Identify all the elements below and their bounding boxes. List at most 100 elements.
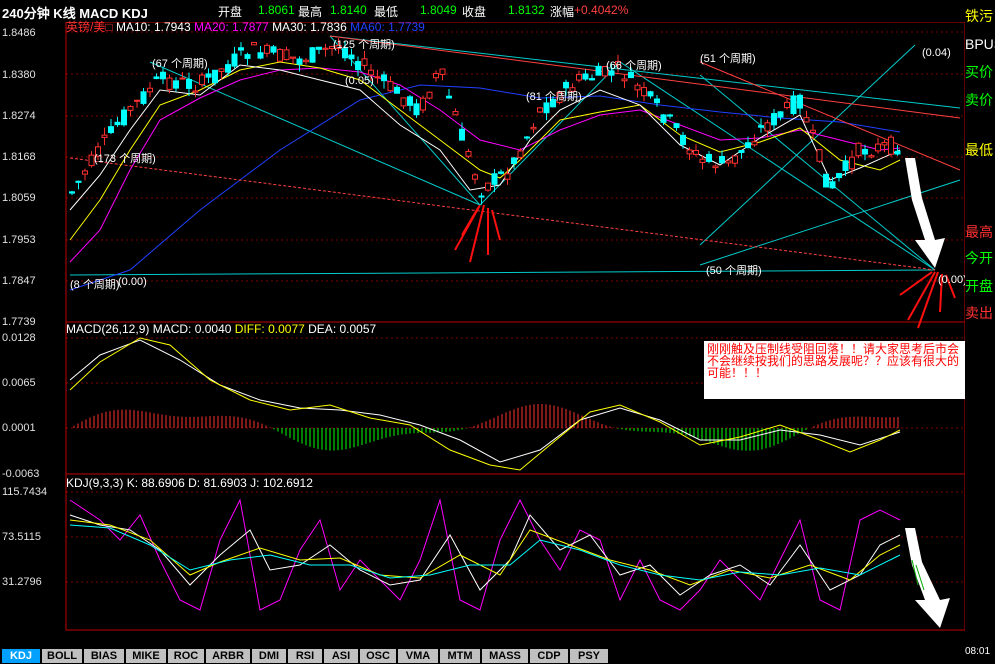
- x-tick-label: 21: [608, 632, 622, 634]
- d-value: D: 81.6903: [188, 476, 247, 490]
- diff-value: DIFF: 0.0077: [234, 322, 305, 336]
- candle-body: [121, 109, 127, 126]
- x-tick-label: 02: [218, 632, 232, 634]
- ma10-value: MA10: 1.7943: [115, 20, 191, 34]
- trend-lines-red: [69, 35, 961, 271]
- tab-arbr[interactable]: ARBR: [206, 649, 250, 663]
- tab-dmi[interactable]: DMI: [252, 649, 286, 663]
- candle-body: [244, 54, 251, 59]
- rp-item: 最低: [965, 142, 993, 158]
- candle-body: [348, 54, 355, 60]
- candle-body: [498, 171, 504, 174]
- tab-mass[interactable]: MASS: [482, 649, 528, 663]
- tab-asi[interactable]: ASI: [324, 649, 358, 663]
- tab-mike[interactable]: MIKE: [126, 649, 166, 663]
- candle-body: [147, 87, 153, 93]
- candle-body: [108, 126, 114, 133]
- candle-body: [439, 68, 446, 75]
- y-tick: 1.7739: [2, 316, 36, 328]
- candle-body: [686, 149, 693, 155]
- candle-body: [303, 59, 309, 63]
- rp-item: BPUS: [965, 36, 995, 52]
- candle-body: [212, 69, 218, 84]
- y-tick: 1.7847: [2, 275, 36, 287]
- x-tick-label: 11: [429, 632, 442, 634]
- tab-vma[interactable]: VMA: [398, 649, 438, 663]
- macd-value: MACD: 0.0040: [152, 322, 232, 336]
- candle-body: [849, 156, 855, 170]
- close-label: 收盘: [462, 5, 487, 19]
- candle-body: [771, 113, 777, 126]
- candle-body: [446, 95, 452, 99]
- x-tick-label: 31: [158, 632, 172, 634]
- candle-body: [290, 56, 296, 59]
- candle-body: [160, 71, 166, 80]
- kdj-y-tick: 115.7434: [2, 486, 48, 498]
- kdj-j-line: [69, 498, 901, 611]
- candle-body: [218, 68, 225, 72]
- kdj-y-tick: 31.2796: [2, 576, 42, 588]
- white-arrow-down-1: [905, 158, 945, 268]
- candle-body: [355, 61, 361, 71]
- x-tick-label: 27: [98, 632, 112, 634]
- macd-histogram: [73, 404, 899, 451]
- price-legend: 英镑/美□ MA10: 1.7943 MA20: 1.7877 MA30: 1.…: [66, 18, 425, 35]
- candle-body: [452, 111, 459, 116]
- x-tick-label: 02: [878, 632, 892, 634]
- tab-bias[interactable]: BIAS: [84, 649, 124, 663]
- tab-rsi[interactable]: RSI: [288, 649, 322, 663]
- y-tick: 1.7953: [2, 234, 36, 246]
- x-tick-label: 07: [308, 632, 322, 634]
- tab-kdj[interactable]: KDJ: [2, 649, 40, 663]
- candle-body: [186, 78, 192, 89]
- annotation-125: (125 个周期): [333, 39, 395, 51]
- tab-cdp[interactable]: CDP: [530, 649, 568, 663]
- tab-roc[interactable]: ROC: [168, 649, 204, 663]
- candle-body: [875, 143, 881, 152]
- candle-body: [803, 117, 810, 123]
- macd-y-tick: -0.0063: [2, 468, 40, 480]
- candle-body: [420, 97, 426, 111]
- x-tick-label: 24: [698, 632, 712, 634]
- candle-body: [641, 87, 647, 97]
- x-tick-label: 14: [458, 632, 472, 634]
- candle-body: [842, 160, 849, 171]
- candle-body: [361, 58, 368, 66]
- candle-body: [823, 173, 829, 188]
- annotation-173: (173 个周期): [94, 153, 156, 165]
- ma20-value: MA20: 1.7877: [194, 20, 269, 34]
- candle-body: [459, 128, 465, 141]
- tab-mtm[interactable]: MTM: [440, 649, 480, 663]
- kdj-label: KDJ(9,3,3): [66, 476, 124, 490]
- candle-body: [751, 141, 758, 146]
- ma30-value: MA30: 1.7836: [272, 20, 347, 34]
- candle-body: [387, 81, 394, 92]
- rp-item: 开盘: [965, 278, 993, 294]
- x-tick-label: 22: [638, 632, 652, 634]
- candle-body: [582, 73, 589, 80]
- close-value: 1.8132: [508, 3, 545, 17]
- x-tick-label: 27: [728, 632, 742, 634]
- annotation-50: (50 个周期): [706, 265, 762, 277]
- tab-boll[interactable]: BOLL: [42, 649, 82, 663]
- annotation-51: (51 个周期): [700, 53, 756, 65]
- y-tick: 1.8486: [2, 27, 36, 39]
- y-tick: 1.8168: [2, 151, 36, 163]
- rp-item: 今开: [965, 250, 993, 266]
- x-tick-label: 01: [188, 632, 202, 634]
- candle-body: [725, 160, 732, 164]
- candle-body: [491, 173, 498, 185]
- kdj-legend: KDJ(9,3,3) K: 88.6906 D: 81.6903 J: 102.…: [66, 476, 313, 490]
- candle-body: [140, 91, 147, 104]
- candle-body: [225, 64, 231, 73]
- candle-body: [777, 111, 784, 118]
- annotation-004: (0.04): [922, 47, 951, 59]
- x-tick-label: 28: [128, 632, 142, 634]
- tab-osc[interactable]: OSC: [360, 649, 396, 663]
- x-tick-label: 29: [788, 632, 802, 634]
- candle-body: [693, 150, 699, 155]
- candle-body: [595, 65, 602, 76]
- tab-psy[interactable]: PSY: [570, 649, 608, 663]
- rp-time: 08:01: [965, 646, 991, 657]
- candle-body: [628, 71, 634, 79]
